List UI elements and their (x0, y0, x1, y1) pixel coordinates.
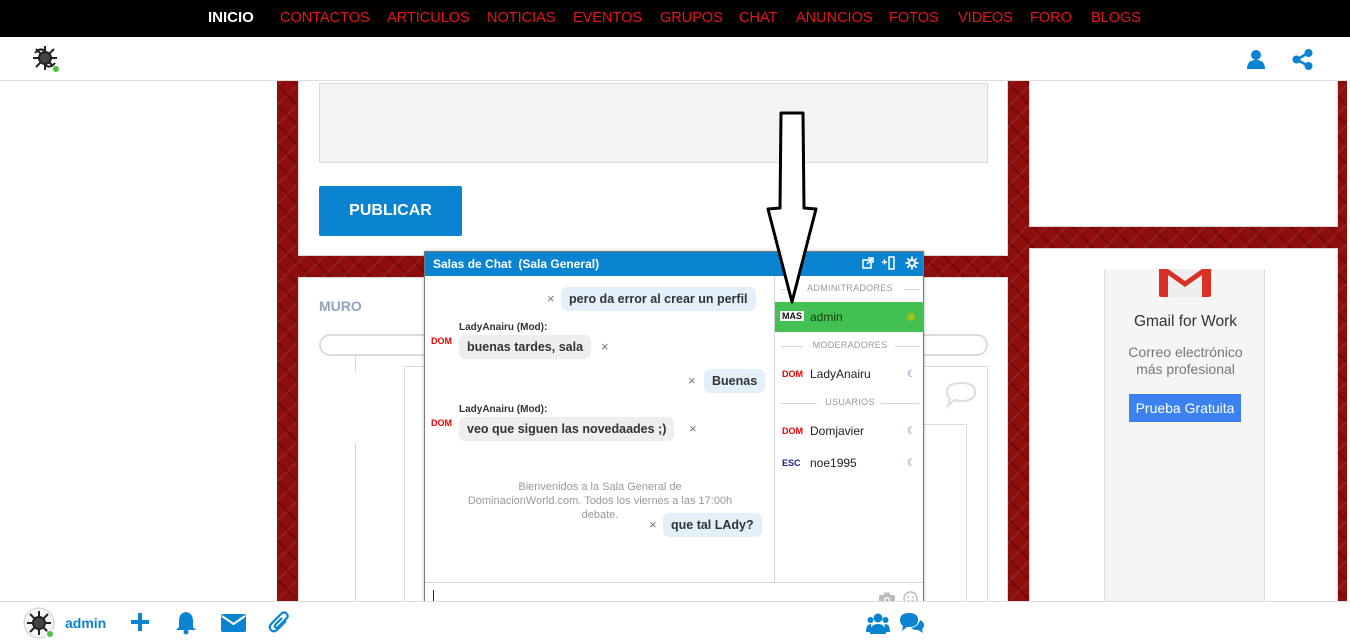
online-status-icon (907, 313, 915, 321)
nav-item-chat[interactable]: CHAT (739, 10, 777, 26)
online-indicator (52, 65, 60, 73)
mail-icon[interactable] (221, 614, 246, 637)
nav-item-articulos[interactable]: ARTICULOS (387, 10, 470, 26)
chat-message: veo que siguen las novedaades ;) (459, 417, 675, 441)
nav-item-videos[interactable]: VIDEOS (958, 10, 1013, 26)
gmail-icon (1159, 269, 1211, 297)
role-badge: DOM (782, 369, 803, 379)
section-label: MODERADORES (812, 340, 888, 350)
popout-icon[interactable] (861, 256, 875, 270)
current-username[interactable]: admin (65, 615, 106, 631)
gmail-ad: Gmail for Work Correo electrónico más pr… (1104, 269, 1265, 601)
user-icon[interactable] (1246, 49, 1266, 69)
nav-item-eventos[interactable]: EVENTOS (573, 10, 642, 26)
nav-item-fotos[interactable]: FOTOS (889, 10, 939, 26)
user-row-ladyanairu[interactable]: DOM LadyAnairu ☾ (775, 359, 924, 389)
chat-header[interactable]: Salas de Chat (Sala General) (425, 252, 923, 276)
chat-message: buenas tardes, sala (459, 335, 592, 359)
away-moon-icon: ☾ (907, 458, 916, 469)
nav-item-anuncios[interactable]: ANUNCIOS (796, 10, 873, 26)
nav-item-noticias[interactable]: NOTICIAS (487, 10, 555, 26)
user-name: Domjavier (810, 424, 865, 438)
section-moderators: MODERADORES (781, 340, 919, 352)
ad-title: Gmail for Work (1133, 313, 1238, 330)
role-badge: DOM (431, 336, 452, 346)
nav-item-foro[interactable]: FORO (1030, 10, 1072, 26)
bell-icon[interactable] (175, 611, 197, 640)
message-sender: LadyAnairu (Mod): (459, 322, 548, 333)
welcome-line: DominacionWorld.com. Todos los viernes a… (467, 495, 733, 507)
user-row-admin[interactable]: MAS admin (775, 302, 924, 332)
wall-timeline-line (355, 442, 356, 601)
add-icon[interactable] (130, 612, 150, 637)
avatar[interactable] (23, 607, 55, 639)
chat-message-own: Buenas (704, 369, 766, 393)
user-name: admin (810, 310, 843, 324)
away-moon-icon: ☾ (907, 426, 916, 437)
nav-item-inicio[interactable]: INICIO (208, 9, 254, 26)
nav-item-blogs[interactable]: BLOGS (1091, 10, 1141, 26)
chat-messages: × pero da error al crear un perfil LadyA… (425, 276, 774, 582)
top-nav: INICIO CONTACTOS ARTICULOS NOTICIAS EVEN… (0, 0, 1350, 37)
comment-icon[interactable] (944, 380, 978, 410)
section-admins: ADMINITRADORES (781, 283, 919, 295)
ad-cta-button[interactable]: Prueba Gratuita (1129, 394, 1241, 422)
gear-icon[interactable] (905, 256, 919, 270)
nav-item-contactos[interactable]: CONTACTOS (280, 10, 370, 26)
right-widget-card (1029, 81, 1338, 227)
paperclip-icon[interactable] (268, 611, 292, 640)
section-users: USUARIOS (781, 397, 919, 409)
message-sender: LadyAnairu (Mod): (459, 404, 548, 415)
chat-title: Salas de Chat (Sala General) (433, 257, 600, 271)
delete-message-icon[interactable]: × (601, 339, 609, 354)
chat-bubbles-icon[interactable] (899, 612, 925, 639)
welcome-line: Bienvenidos a la Sala General de (518, 481, 682, 493)
user-row-noe1995[interactable]: ESC noe1995 ☾ (775, 448, 924, 478)
chat-user-list: ADMINITRADORES MAS admin MODERADORES DOM… (774, 276, 924, 582)
add-room-icon[interactable] (881, 256, 895, 270)
chat-message-own: que tal LAdy? (663, 513, 762, 537)
ad-subtitle-line: más profesional (1136, 361, 1235, 377)
user-row-domjavier[interactable]: DOM Domjavier ☾ (775, 416, 924, 446)
delete-message-icon[interactable]: × (689, 421, 697, 436)
section-label: ADMINITRADORES (807, 283, 893, 293)
away-moon-icon: ☾ (907, 369, 916, 380)
page-margin (0, 81, 9, 601)
delete-message-icon[interactable]: × (649, 517, 657, 532)
left-sidebar (9, 81, 277, 601)
chat-window: Salas de Chat (Sala General) × pero da e… (424, 251, 924, 612)
role-badge: ESC (782, 458, 801, 468)
users-group-icon[interactable] (866, 612, 890, 639)
user-name: LadyAnairu (810, 367, 871, 381)
nav-item-grupos[interactable]: GRUPOS (660, 10, 723, 26)
role-badge: DOM (782, 426, 803, 436)
ad-subtitle: Correo electrónico más profesional (1105, 344, 1266, 378)
post-textarea[interactable] (319, 83, 988, 163)
online-indicator (46, 630, 54, 638)
delete-message-icon[interactable]: × (547, 291, 555, 306)
publish-button[interactable]: PUBLICAR (319, 186, 462, 236)
role-badge: DOM (431, 418, 452, 428)
ad-subtitle-line: Correo electrónico (1128, 344, 1243, 360)
site-header (0, 37, 1350, 81)
share-icon[interactable] (1292, 49, 1313, 70)
section-label: USUARIOS (825, 397, 875, 407)
tribal-logo-icon[interactable] (30, 43, 60, 73)
user-name: noe1995 (810, 456, 857, 470)
wall-title: MURO (319, 298, 362, 314)
wall-timeline-line (355, 356, 356, 372)
bottom-toolbar: admin (0, 601, 1350, 642)
chat-message-own: pero da error al crear un perfil (561, 287, 756, 311)
wall-post-inner (924, 424, 967, 601)
role-badge: MAS (780, 311, 804, 321)
delete-message-icon[interactable]: × (688, 373, 696, 388)
